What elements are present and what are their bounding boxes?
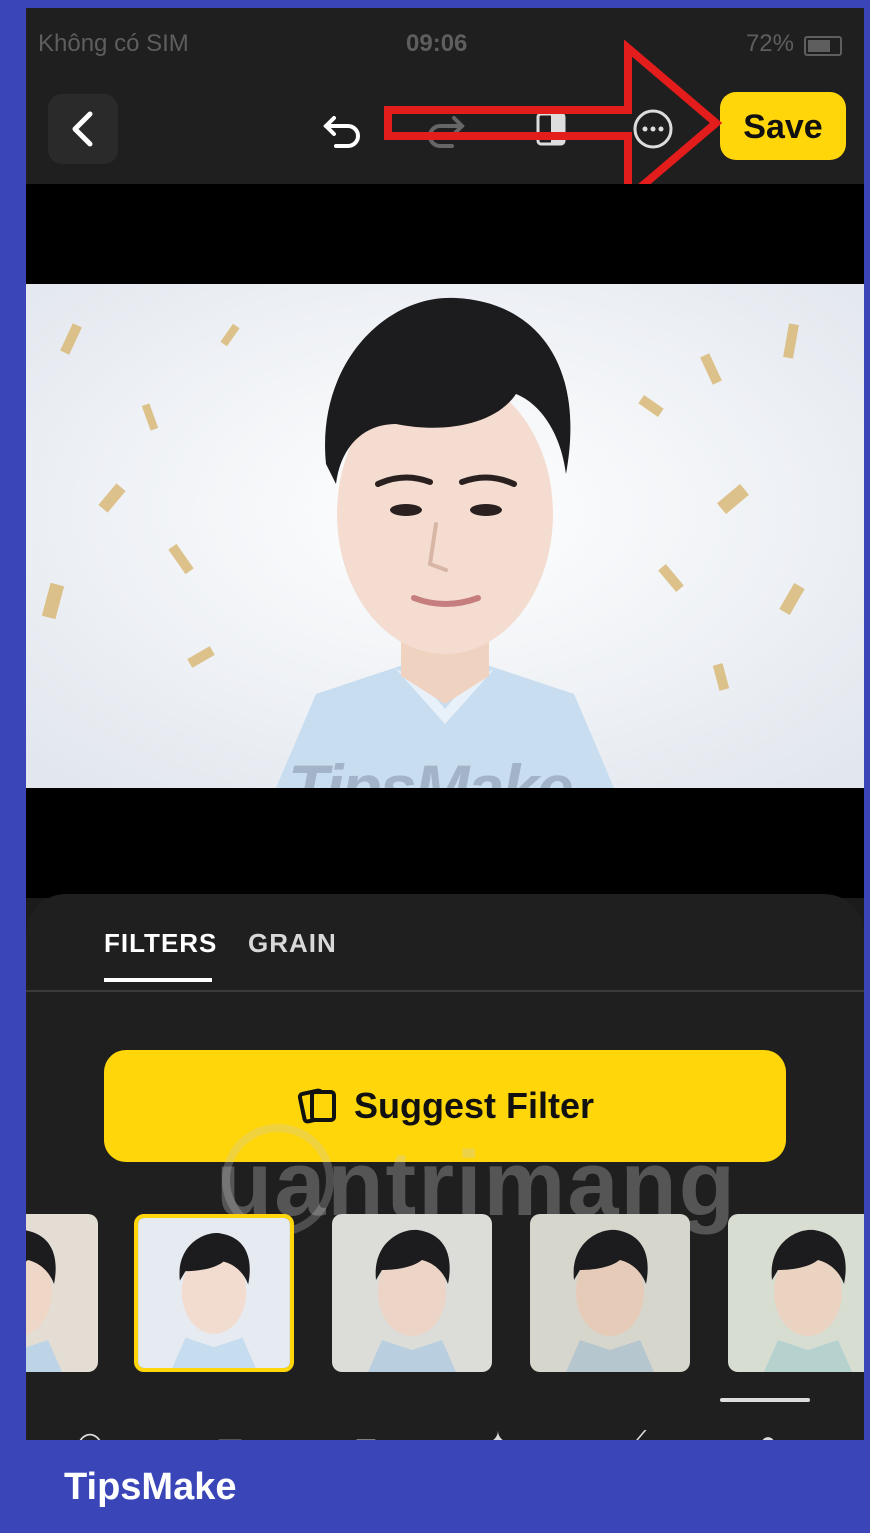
redo-icon — [428, 116, 465, 148]
portrait-tool-icon[interactable]: ● — [748, 1426, 788, 1440]
tool-selection-indicator — [720, 1398, 810, 1402]
site-banner: TipsMake — [0, 1440, 870, 1533]
canvas-top-letterbox — [26, 184, 864, 284]
phone-screen: Không có SIM 09:06 72% Save TipsMake FIL… — [26, 8, 864, 1440]
site-banner-title: TipsMake — [64, 1466, 237, 1508]
sparkle-tool-icon[interactable]: ✦ — [478, 1426, 518, 1440]
compare-button[interactable] — [526, 104, 576, 154]
filter-panel: FILTERS GRAIN Suggest Filter uantrimang — [26, 894, 864, 1440]
battery-icon — [804, 36, 842, 56]
filter-thumbnail-selected[interactable] — [134, 1214, 294, 1372]
adjust-tool-icon[interactable]: ≂ — [346, 1426, 386, 1440]
retouch-tool-icon[interactable]: ⟋ — [616, 1426, 656, 1440]
battery-percent: 72% — [745, 30, 794, 57]
filter-thumbnail[interactable] — [332, 1214, 492, 1372]
editor-toolbar: Save — [26, 78, 864, 184]
tab-filters[interactable]: FILTERS — [104, 928, 217, 959]
compare-icon — [536, 112, 566, 146]
active-tab-indicator — [104, 978, 212, 982]
more-icon — [633, 109, 673, 149]
tab-divider — [26, 990, 864, 992]
filter-thumbnail[interactable] — [26, 1214, 98, 1372]
filter-preview-image — [332, 1214, 492, 1372]
edited-photo[interactable]: TipsMake — [26, 284, 864, 788]
clock: 09:06 — [406, 30, 468, 57]
more-button[interactable] — [628, 104, 678, 154]
canvas-bottom-letterbox — [26, 788, 864, 898]
chevron-left-icon — [72, 111, 93, 147]
redo-button[interactable] — [420, 104, 470, 154]
filter-thumbnail[interactable] — [728, 1214, 864, 1372]
tab-grain[interactable]: GRAIN — [248, 928, 337, 959]
filter-preview-image — [26, 1214, 98, 1372]
filter-preview-image — [138, 1218, 290, 1368]
brush-tool-icon[interactable]: ◠ — [70, 1426, 110, 1440]
undo-icon — [323, 116, 360, 148]
status-bar: Không có SIM 09:06 72% — [26, 8, 864, 78]
back-button[interactable] — [48, 94, 118, 164]
suggest-filter-label: Suggest Filter — [353, 1085, 595, 1126]
cards-icon — [297, 1088, 336, 1124]
undo-button[interactable] — [318, 104, 368, 154]
image-tool-icon[interactable]: ▭ — [210, 1426, 250, 1440]
carrier-label: Không có SIM — [38, 30, 189, 57]
save-button[interactable]: Save — [720, 92, 846, 160]
portrait-image — [26, 284, 864, 788]
filter-preview-image — [728, 1214, 864, 1372]
filter-thumbnail[interactable] — [530, 1214, 690, 1372]
filter-preview-image — [530, 1214, 690, 1372]
photo-watermark: TipsMake — [288, 751, 574, 788]
